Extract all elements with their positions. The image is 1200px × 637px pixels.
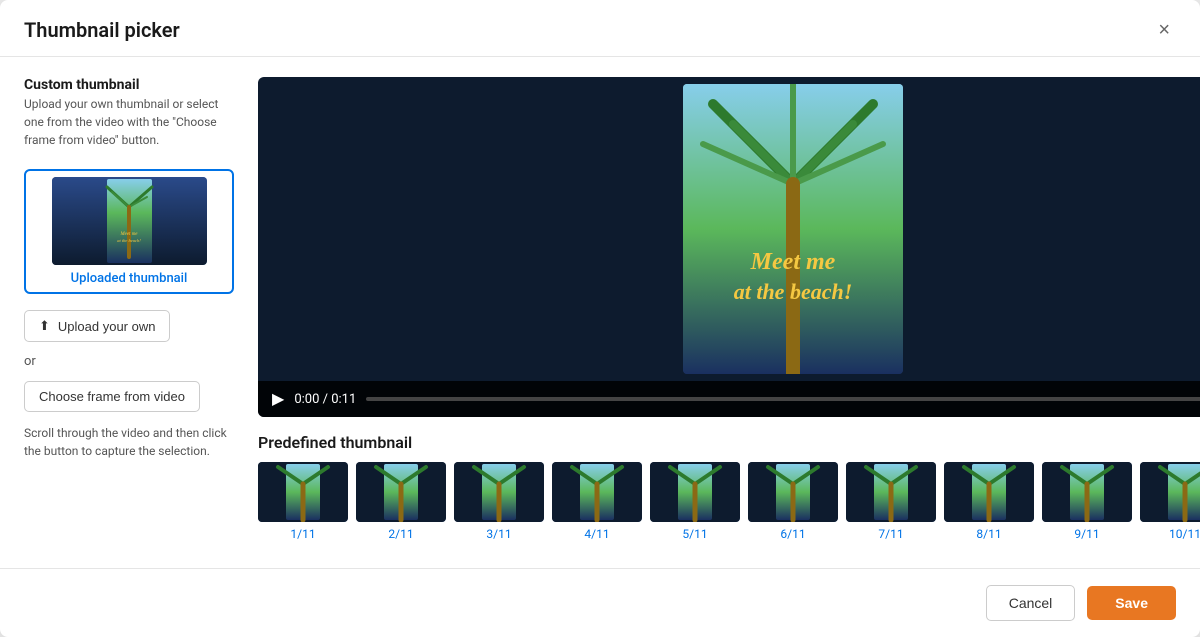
thumbnail-item[interactable]: 9/11 — [1042, 462, 1132, 541]
predefined-title: Predefined thumbnail — [258, 433, 1200, 452]
video-player: Meet me at the beach! ▶ 0:00 / 0:11 🔊 ⛶ … — [258, 77, 1200, 417]
thumbnail-svg: Meet me at the beach! — [52, 177, 207, 265]
thumbnail-frame — [944, 462, 1034, 522]
thumbnail-item[interactable]: 1/11 — [258, 462, 348, 541]
time-display: 0:00 / 0:11 — [294, 392, 356, 407]
thumbnail-label: 10/11 — [1169, 527, 1200, 541]
thumbnail-frame — [552, 462, 642, 522]
thumbnail-frame — [1140, 462, 1200, 522]
thumbnails-strip: 1/11 2/11 — [258, 462, 1200, 545]
thumbnail-label: 7/11 — [878, 527, 903, 541]
upload-btn-label: Upload your own — [58, 319, 156, 334]
thumbnail-label: 3/11 — [486, 527, 511, 541]
custom-thumbnail-title: Custom thumbnail — [24, 77, 234, 93]
upload-your-own-button[interactable]: ⬆ Upload your own — [24, 310, 170, 342]
progress-bar[interactable] — [366, 397, 1200, 401]
thumbnail-label: 4/11 — [584, 527, 609, 541]
video-controls: ▶ 0:00 / 0:11 🔊 ⛶ ⋮ — [258, 381, 1200, 417]
modal-body: Custom thumbnail Upload your own thumbna… — [0, 57, 1200, 556]
thumbnail-frame — [650, 462, 740, 522]
thumbnail-label: 8/11 — [976, 527, 1001, 541]
predefined-section: Predefined thumbnail 1/11 — [258, 433, 1200, 545]
svg-text:Meet me: Meet me — [119, 232, 138, 237]
close-button[interactable]: × — [1152, 18, 1176, 42]
thumbnail-preview: Meet me at the beach! — [52, 177, 207, 265]
thumbnail-label: 5/11 — [682, 527, 707, 541]
thumbnail-frame — [1042, 462, 1132, 522]
choose-frame-button[interactable]: Choose frame from video — [24, 381, 200, 412]
thumbnail-item[interactable]: 4/11 — [552, 462, 642, 541]
thumbnail-frame — [846, 462, 936, 522]
video-frame: Meet me at the beach! — [683, 84, 903, 374]
or-divider: or — [24, 354, 234, 369]
thumbnail-frame — [356, 462, 446, 522]
video-content: Meet me at the beach! — [258, 77, 1200, 381]
left-panel: Custom thumbnail Upload your own thumbna… — [24, 77, 234, 556]
thumbnail-label: 1/11 — [290, 527, 315, 541]
thumbnail-frame — [454, 462, 544, 522]
thumbnail-picker-modal: Thumbnail picker × Custom thumbnail Uplo… — [0, 0, 1200, 637]
thumbnail-item[interactable]: 7/11 — [846, 462, 936, 541]
thumbnail-label: 9/11 — [1074, 527, 1099, 541]
play-button[interactable]: ▶ — [272, 389, 284, 409]
modal-header: Thumbnail picker × — [0, 0, 1200, 57]
scroll-description: Scroll through the video and then click … — [24, 424, 234, 460]
custom-thumbnail-desc: Upload your own thumbnail or select one … — [24, 95, 234, 149]
right-panel: Meet me at the beach! ▶ 0:00 / 0:11 🔊 ⛶ … — [258, 77, 1200, 556]
video-svg: Meet me at the beach! — [683, 84, 903, 374]
thumbnail-frame — [748, 462, 838, 522]
thumbnail-frame — [258, 462, 348, 522]
svg-text:at the beach!: at the beach! — [734, 279, 853, 304]
custom-thumbnail-section: Custom thumbnail Upload your own thumbna… — [24, 77, 234, 157]
thumbnail-label: 2/11 — [388, 527, 413, 541]
thumbnail-item[interactable]: 5/11 — [650, 462, 740, 541]
thumbnail-item[interactable]: 10/11 — [1140, 462, 1200, 541]
thumbnail-label: 6/11 — [780, 527, 805, 541]
svg-text:at the beach!: at the beach! — [117, 238, 141, 243]
thumbnail-item[interactable]: 2/11 — [356, 462, 446, 541]
svg-text:Meet me: Meet me — [750, 249, 836, 275]
modal-footer: Cancel Save — [0, 568, 1200, 637]
save-button[interactable]: Save — [1087, 586, 1176, 620]
thumbnail-item[interactable]: 3/11 — [454, 462, 544, 541]
upload-icon: ⬆ — [39, 318, 50, 334]
thumbnail-item[interactable]: 6/11 — [748, 462, 838, 541]
modal-title: Thumbnail picker — [24, 18, 180, 42]
uploaded-thumbnail-label: Uploaded thumbnail — [71, 271, 188, 286]
cancel-button[interactable]: Cancel — [986, 585, 1076, 621]
thumbnail-item[interactable]: 8/11 — [944, 462, 1034, 541]
selected-thumbnail-box[interactable]: Meet me at the beach! Uploaded thumbnail — [24, 169, 234, 294]
